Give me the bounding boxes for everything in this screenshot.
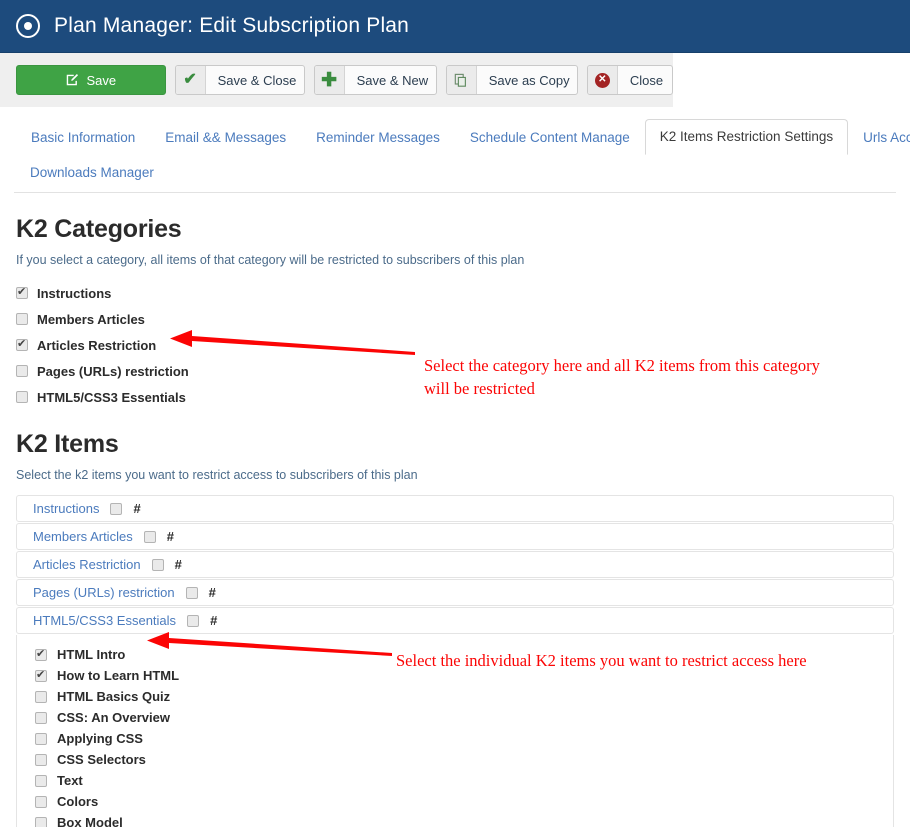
item-checkbox-how-to-learn-html[interactable] — [35, 669, 47, 682]
item-checkbox-box-model[interactable] — [35, 816, 47, 827]
tab-k2-items-restriction-settings[interactable]: K2 Items Restriction Settings — [644, 119, 849, 155]
item-label: Colors — [57, 794, 99, 809]
accordion-row-members-articles[interactable]: Members Articles # — [16, 523, 894, 550]
accordion-checkbox-pages-urls-restriction[interactable] — [185, 586, 198, 599]
list-item[interactable]: CSS Selectors — [35, 749, 893, 770]
item-checkbox-applying-css[interactable] — [35, 732, 47, 745]
tab-row-secondary: Downloads Manager — [0, 156, 910, 189]
category-label: Pages (URLs) restriction — [37, 363, 189, 379]
x-circle-icon: ✕ — [587, 66, 618, 94]
item-checkbox-colors[interactable] — [35, 795, 47, 808]
category-checkbox-members-articles[interactable] — [16, 313, 28, 325]
plus-icon: ✚ — [314, 66, 345, 94]
k2-categories-heading: K2 Categories — [16, 215, 182, 243]
accordion-label: Instructions — [33, 501, 100, 516]
save-button-label: Save — [86, 72, 117, 88]
item-checkbox-html-intro[interactable] — [35, 648, 47, 661]
category-checkbox-articles-restriction[interactable] — [16, 338, 28, 351]
category-row[interactable]: Members Articles — [16, 306, 894, 332]
list-item[interactable]: HTML Basics Quiz — [35, 686, 893, 707]
accordion-hash-link[interactable]: # — [167, 529, 174, 544]
accordion-label: Pages (URLs) restriction — [33, 585, 175, 600]
accordion-hash-link[interactable]: # — [175, 557, 182, 572]
titlebar: Plan Manager: Edit Subscription Plan — [0, 0, 910, 53]
tab-urls-access-settings[interactable]: Urls Access Se — [848, 120, 910, 155]
tabs-divider — [14, 192, 896, 193]
accordion-row-pages-urls-restriction[interactable]: Pages (URLs) restriction # — [16, 579, 894, 606]
category-row[interactable]: Instructions — [16, 280, 894, 306]
item-label: CSS: An Overview — [57, 710, 170, 725]
accordion-row-articles-restriction[interactable]: Articles Restriction # — [16, 551, 894, 578]
item-label: Text — [57, 773, 83, 788]
category-label: Members Articles — [37, 311, 145, 327]
accordion-hash-link[interactable]: # — [133, 501, 140, 516]
save-as-copy-label: Save as Copy — [488, 72, 570, 88]
tab-email-messages[interactable]: Email && Messages — [150, 120, 301, 155]
tabs-bar: Basic Information Email && Messages Remi… — [0, 107, 910, 193]
k2-categories-description: If you select a category, all items of t… — [16, 253, 525, 267]
save-and-new-button[interactable]: ✚ Save & New — [313, 65, 437, 95]
item-label: How to Learn HTML — [57, 668, 180, 683]
save-and-new-label: Save & New — [356, 72, 429, 88]
list-item[interactable]: Colors — [35, 791, 893, 812]
item-label: Applying CSS — [57, 731, 143, 746]
list-item[interactable]: CSS: An Overview — [35, 707, 893, 728]
accordion-checkbox-instructions[interactable] — [110, 502, 123, 515]
accordion-label: HTML5/CSS3 Essentials — [33, 613, 177, 628]
k2-items-heading: K2 Items — [16, 430, 119, 458]
category-checkbox-html5-css3-essentials[interactable] — [16, 391, 28, 403]
item-label: HTML Basics Quiz — [57, 689, 171, 704]
tab-reminder-messages[interactable]: Reminder Messages — [301, 120, 455, 155]
annotation-text-items: Select the individual K2 items you want … — [396, 651, 807, 670]
accordion-row-instructions[interactable]: Instructions # — [16, 495, 894, 522]
page-title: Plan Manager: Edit Subscription Plan — [54, 14, 410, 37]
page-root: Plan Manager: Edit Subscription Plan Sav… — [0, 0, 910, 827]
accordion-checkbox-members-articles[interactable] — [143, 530, 156, 543]
tab-basic-information[interactable]: Basic Information — [16, 120, 150, 155]
k2-items-description: Select the k2 items you want to restrict… — [16, 468, 418, 482]
annotation-arrow-categories — [170, 330, 415, 355]
pencil-edit-icon — [67, 74, 79, 86]
toolbar: Save ✔ Save & Close ✚ Save & New Save as… — [0, 53, 673, 107]
save-and-close-label: Save & Close — [217, 72, 297, 88]
target-circle-icon — [16, 14, 40, 38]
tab-row-primary: Basic Information Email && Messages Remi… — [0, 118, 910, 155]
item-label: Box Model — [57, 815, 123, 827]
annotation-text-categories: Select the category here and all K2 item… — [424, 356, 820, 398]
save-button[interactable]: Save — [16, 65, 166, 95]
list-item[interactable]: Box Model — [35, 812, 893, 827]
copy-icon — [446, 66, 477, 94]
accordion-hash-link[interactable]: # — [210, 613, 217, 628]
tab-downloads-manager[interactable]: Downloads Manager — [16, 156, 168, 189]
item-label: HTML Intro — [57, 647, 126, 662]
item-checkbox-text[interactable] — [35, 774, 47, 787]
category-label: HTML5/CSS3 Essentials — [37, 389, 186, 405]
accordion-label: Articles Restriction — [33, 557, 141, 572]
check-icon: ✔ — [175, 66, 206, 94]
tab-schedule-content-manage[interactable]: Schedule Content Manage — [455, 120, 645, 155]
item-checkbox-css-selectors[interactable] — [35, 753, 47, 766]
item-label: CSS Selectors — [57, 752, 146, 767]
category-label: Articles Restriction — [37, 337, 157, 353]
category-checkbox-instructions[interactable] — [16, 286, 28, 299]
accordion-label: Members Articles — [33, 529, 133, 544]
accordion-checkbox-articles-restriction[interactable] — [151, 558, 164, 571]
save-as-copy-button[interactable]: Save as Copy — [445, 65, 578, 95]
accordion-hash-link[interactable]: # — [209, 585, 216, 600]
list-item[interactable]: Applying CSS — [35, 728, 893, 749]
close-label: Close — [629, 72, 664, 88]
annotation-arrow-items — [147, 632, 392, 656]
item-checkbox-css-an-overview[interactable] — [35, 711, 47, 724]
category-label: Instructions — [37, 285, 112, 301]
content-area: K2 Categories If you select a category, … — [0, 215, 910, 827]
list-item[interactable]: Text — [35, 770, 893, 791]
save-and-close-button[interactable]: ✔ Save & Close — [174, 65, 305, 95]
item-checkbox-html-basics-quiz[interactable] — [35, 690, 47, 703]
category-checkbox-pages-urls-restriction[interactable] — [16, 365, 28, 377]
accordion-checkbox-html5-css3-essentials[interactable] — [187, 614, 200, 627]
close-button[interactable]: ✕ Close — [586, 65, 673, 95]
